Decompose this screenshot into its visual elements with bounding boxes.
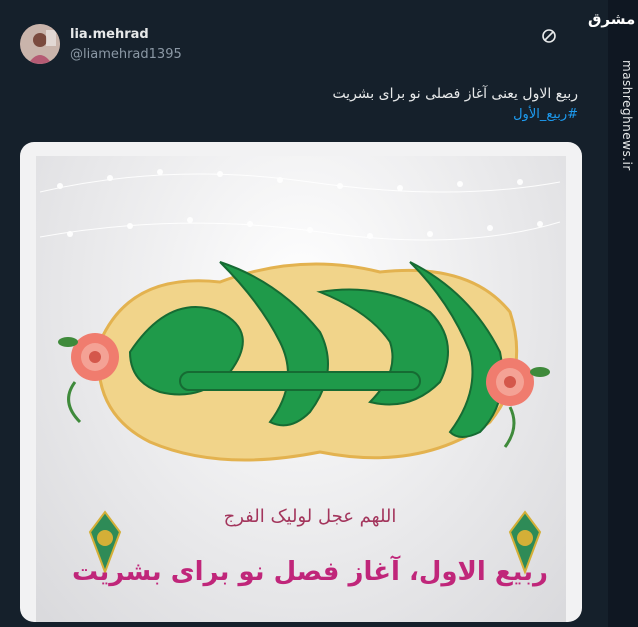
display-name[interactable]: lia.mehrad: [70, 27, 149, 42]
tweet-text: ربیع الاول یعنی آغاز فصلی نو برای بشریت: [332, 86, 578, 102]
avatar[interactable]: [20, 24, 60, 64]
media-subtitle: ربیع الاول، آغاز فصل نو برای بشریت: [72, 555, 548, 587]
hashtag-link[interactable]: #ربیع_الأول: [513, 107, 578, 122]
avatar-image: [20, 24, 60, 64]
tweet-media[interactable]: اللهم عجل لولیک الفرج ربیع الاول، آغاز ف…: [20, 142, 582, 622]
brand-logo: مشرق: [588, 10, 636, 28]
username[interactable]: @liamehrad1395: [70, 47, 182, 62]
more-icon[interactable]: [540, 27, 558, 45]
media-prayer-text: اللهم عجل لولیک الفرج: [224, 506, 397, 527]
watermark-text: mashreghnews.ir: [620, 60, 634, 171]
media-artwork: اللهم عجل لولیک الفرج ربیع الاول، آغاز ف…: [39, 169, 561, 587]
